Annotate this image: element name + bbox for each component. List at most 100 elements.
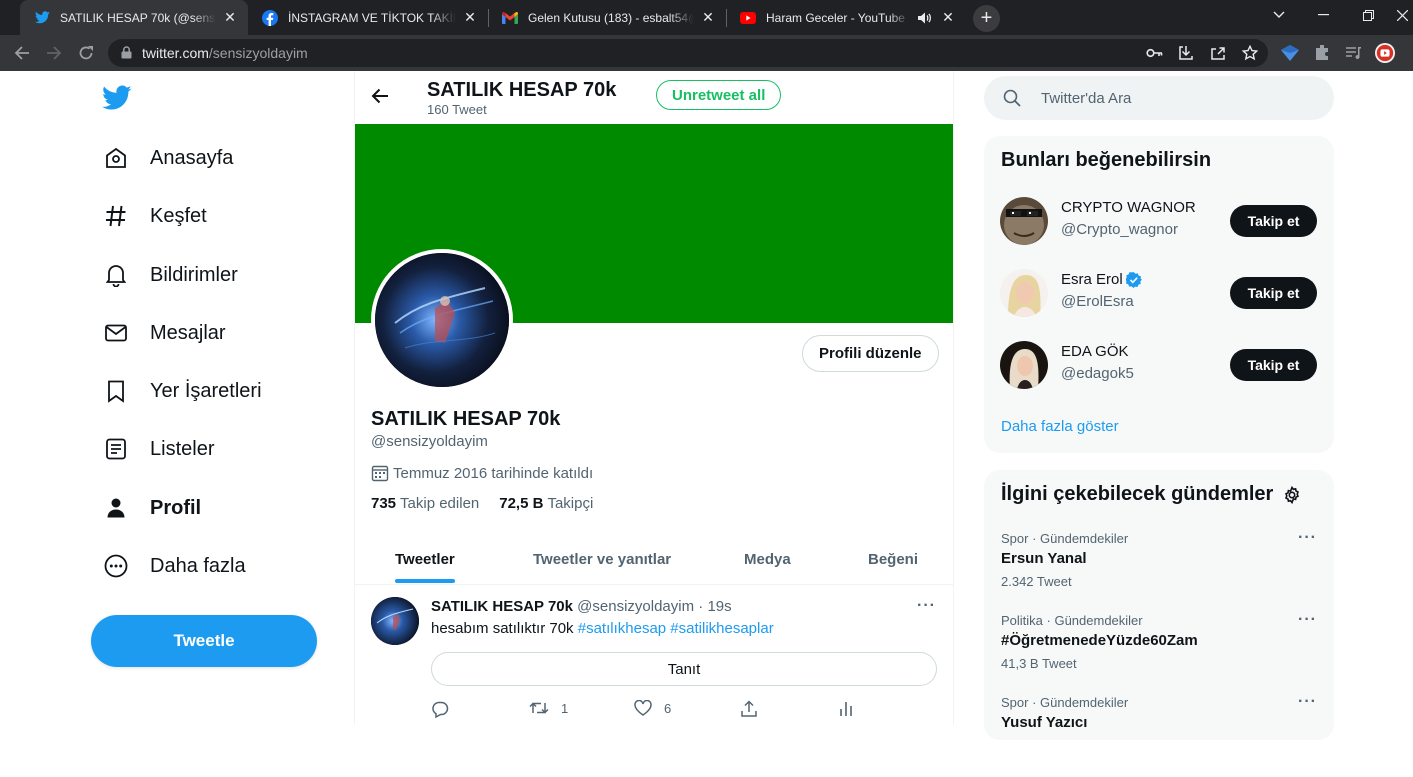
suggested-user[interactable]: CRYPTO WAGNOR @Crypto_wagnor Takip et bbox=[984, 185, 1334, 257]
close-icon[interactable]: ✕ bbox=[700, 9, 716, 26]
header-title: SATILIK HESAP 70k bbox=[427, 79, 617, 101]
speaker-icon[interactable] bbox=[916, 10, 932, 26]
avatar[interactable] bbox=[1000, 341, 1048, 389]
hashtag-link[interactable]: #satilikhesaplar bbox=[670, 620, 773, 637]
suggested-user-name: CRYPTO WAGNOR bbox=[1061, 199, 1196, 216]
unretweet-all-button[interactable]: Unretweet all bbox=[656, 80, 782, 110]
profile-avatar[interactable] bbox=[371, 249, 513, 391]
like-action[interactable]: 6 bbox=[634, 700, 671, 716]
back-arrow-icon[interactable] bbox=[371, 88, 389, 104]
browser-tab-twitter[interactable]: SATILIK HESAP 70k (@sensizyoldaymi ✕ bbox=[20, 0, 248, 35]
follow-button[interactable]: Takip et bbox=[1230, 349, 1317, 381]
close-icon[interactable]: ✕ bbox=[222, 9, 238, 26]
tab-search-icon[interactable] bbox=[1256, 0, 1301, 30]
browser-tab-youtube[interactable]: Haram Geceler - YouTube ✕ bbox=[726, 0, 966, 35]
extension-shield-icon[interactable] bbox=[1280, 43, 1300, 63]
tab-label: İNSTAGRAM VE TİKTOK TAKİPÇİ bbox=[288, 10, 456, 25]
nav-item-home[interactable]: Anasayfa bbox=[103, 138, 233, 178]
close-window-icon[interactable] bbox=[1391, 0, 1413, 30]
tweet-author-name[interactable]: SATILIK HESAP 70k bbox=[431, 598, 573, 615]
tab-label: Haram Geceler - YouTube bbox=[766, 10, 905, 25]
close-icon[interactable]: ✕ bbox=[940, 9, 956, 26]
restore-icon[interactable] bbox=[1346, 0, 1391, 30]
nav-item-profile[interactable]: Profil bbox=[103, 488, 201, 528]
analytics-action[interactable] bbox=[838, 700, 854, 716]
bookmark-icon bbox=[103, 378, 129, 404]
tweet-button[interactable]: Tweetle bbox=[91, 615, 317, 667]
edit-profile-button[interactable]: Profili düzenle bbox=[802, 335, 939, 372]
nav-item-messages[interactable]: Mesajlar bbox=[103, 313, 226, 353]
reply-icon bbox=[431, 700, 449, 718]
trends-card: İlgini çekebilecek gündemler Spor · Günd… bbox=[984, 470, 1334, 740]
tweet-avatar[interactable] bbox=[371, 597, 419, 645]
suggested-user[interactable]: EDA GÖK @edagok5 Takip et bbox=[984, 329, 1334, 401]
calendar-icon bbox=[371, 464, 389, 482]
tweet[interactable]: SATILIK HESAP 70k @sensizyoldayim · 19s … bbox=[355, 585, 953, 725]
share-icon[interactable] bbox=[1209, 44, 1227, 62]
promote-button[interactable]: Tanıt bbox=[431, 652, 937, 686]
suggested-user-handle: @edagok5 bbox=[1061, 365, 1134, 382]
address-bar[interactable]: twitter.com/sensizyoldayim bbox=[108, 39, 1268, 67]
forward-icon[interactable] bbox=[43, 42, 65, 64]
reply-action[interactable] bbox=[431, 700, 449, 718]
reload-icon[interactable] bbox=[75, 42, 97, 64]
gear-icon[interactable] bbox=[1283, 485, 1301, 504]
list-icon bbox=[103, 436, 129, 462]
analytics-icon bbox=[838, 700, 854, 716]
suggested-user-handle: @ErolEsra bbox=[1061, 293, 1134, 310]
follow-button[interactable]: Takip et bbox=[1230, 205, 1317, 237]
suggested-user-handle: @Crypto_wagnor bbox=[1061, 221, 1178, 238]
retweet-action[interactable]: 1 bbox=[529, 700, 568, 716]
profile-name: SATILIK HESAP 70k bbox=[371, 408, 561, 430]
avatar[interactable] bbox=[1000, 269, 1048, 317]
profile-header-bar: SATILIK HESAP 70k 160 Tweet Unretweet al… bbox=[355, 71, 953, 124]
show-more-link[interactable]: Daha fazla göster bbox=[1001, 418, 1119, 435]
bookmark-star-icon[interactable] bbox=[1241, 44, 1259, 62]
back-icon[interactable] bbox=[11, 42, 33, 64]
share-action[interactable] bbox=[740, 700, 758, 718]
avatar[interactable] bbox=[1000, 197, 1048, 245]
browser-tab-gmail[interactable]: Gelen Kutusu (183) - esbalt54@g ✕ bbox=[488, 0, 726, 35]
bell-icon bbox=[103, 262, 129, 288]
tab-likes[interactable]: Beğeni bbox=[868, 533, 918, 585]
close-icon[interactable]: ✕ bbox=[462, 9, 478, 26]
more-icon[interactable]: ··· bbox=[1298, 529, 1317, 547]
minimize-icon[interactable] bbox=[1301, 0, 1346, 30]
tab-tweets[interactable]: Tweetler bbox=[395, 533, 455, 585]
more-circle-icon bbox=[103, 553, 129, 579]
tweet-author-handle: @sensizyoldayim bbox=[577, 598, 695, 615]
suggested-user[interactable]: Esra Erol @ErolEsra Takip et bbox=[984, 257, 1334, 329]
install-app-icon[interactable] bbox=[1177, 44, 1195, 62]
trend-item[interactable]: Spor · Gündemdekiler Ersun Yanal 2.342 T… bbox=[984, 529, 1334, 613]
nav-item-notifications[interactable]: Bildirimler bbox=[103, 255, 238, 295]
nav-item-more[interactable]: Daha fazla bbox=[103, 546, 246, 586]
tab-media[interactable]: Medya bbox=[744, 533, 791, 585]
media-queue-icon[interactable] bbox=[1344, 43, 1364, 63]
nav-item-explore[interactable]: Keşfet bbox=[103, 196, 207, 236]
key-icon[interactable] bbox=[1145, 44, 1163, 62]
lock-icon[interactable] bbox=[121, 46, 132, 59]
trend-item[interactable]: Spor · Gündemdekiler Yusuf Yazıcı ··· bbox=[984, 693, 1334, 777]
tweet-time[interactable]: · 19s bbox=[698, 598, 731, 615]
browser-tab-instagram[interactable]: İNSTAGRAM VE TİKTOK TAKİPÇİ ✕ bbox=[248, 0, 488, 35]
twitter-logo-icon[interactable] bbox=[102, 85, 132, 111]
more-icon[interactable]: ··· bbox=[1298, 611, 1317, 629]
more-icon[interactable]: ··· bbox=[1298, 693, 1317, 711]
followers-link[interactable]: 72,5 B Takipçi bbox=[499, 495, 593, 512]
profile-avatar-icon[interactable] bbox=[1375, 43, 1395, 63]
hashtag-link[interactable]: #satılıkhesap bbox=[578, 620, 666, 637]
search-input[interactable]: Twitter'da Ara bbox=[984, 76, 1334, 120]
nav-item-bookmarks[interactable]: Yer İşaretleri bbox=[103, 371, 262, 411]
tab-tweets-replies[interactable]: Tweetler ve yanıtlar bbox=[533, 533, 671, 585]
new-tab-button[interactable]: + bbox=[973, 5, 1000, 32]
youtube-icon bbox=[740, 10, 756, 26]
nav-item-lists[interactable]: Listeler bbox=[103, 429, 214, 469]
tweet-more-icon[interactable]: ··· bbox=[917, 597, 936, 615]
profile-tabs: Tweetler Tweetler ve yanıtlar Medya Beğe… bbox=[355, 533, 953, 585]
gmail-icon bbox=[502, 10, 518, 26]
follow-button[interactable]: Takip et bbox=[1230, 277, 1317, 309]
extensions-puzzle-icon[interactable] bbox=[1312, 43, 1332, 63]
following-link[interactable]: 735 Takip edilen bbox=[371, 495, 479, 512]
trend-item[interactable]: Politika · Gündemdekiler #ÖğretmenedeYüz… bbox=[984, 611, 1334, 695]
facebook-icon bbox=[262, 9, 278, 26]
